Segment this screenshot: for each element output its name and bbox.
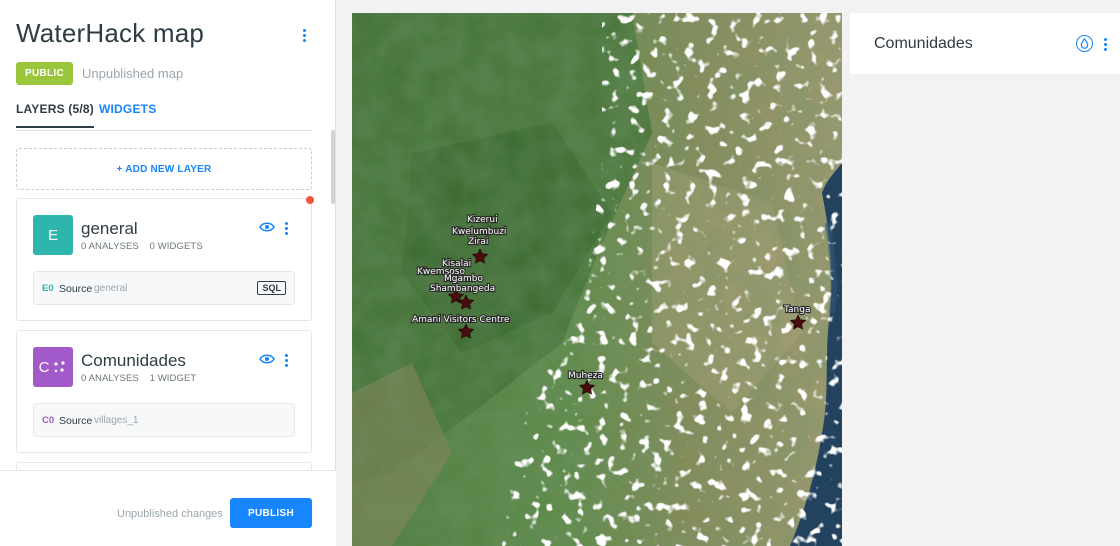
layer-card-general[interactable]: E general 0 ANALYSES 0 WIDGETS E0 Source… — [16, 198, 312, 321]
publish-status: Unpublished map — [82, 66, 184, 81]
map-label: Tanga — [783, 305, 810, 315]
droplet-icon[interactable] — [1076, 35, 1093, 52]
source-id: E0 — [42, 283, 54, 294]
source-label: Source — [59, 415, 93, 427]
panel-scroll-area[interactable]: WaterHack map PUBLIC Unpublished map LAY… — [0, 0, 336, 470]
map-label: Zirai — [468, 237, 488, 247]
privacy-badge[interactable]: PUBLIC — [16, 62, 73, 85]
map-label: Muheza — [568, 371, 603, 381]
map-label: Amani Visitors Centre — [412, 315, 510, 325]
layer-letter: C — [38, 358, 50, 376]
tab-widgets[interactable]: WIDGETS — [99, 102, 156, 116]
map-title[interactable]: WaterHack map — [16, 18, 204, 49]
widget-options-icon[interactable] — [1099, 35, 1111, 53]
layer-analyses-count: 0 ANALYSES — [81, 241, 139, 252]
tab-layers[interactable]: LAYERS (5/8) — [16, 102, 94, 128]
map-canvas[interactable]: Kizerui Kwelumbuzi Zirai Kisalai Kwemsos… — [352, 13, 842, 546]
notification-dot — [306, 196, 314, 204]
sql-tag: SQL — [257, 281, 286, 295]
source-label: Source — [59, 283, 93, 295]
layer-thumbnail: E — [33, 215, 73, 255]
panel-scrollbar[interactable] — [331, 130, 335, 204]
map-label: Shambangeda — [430, 284, 495, 294]
layer-widgets-count: 1 WIDGET — [149, 373, 197, 384]
map-label: Kizerui — [467, 215, 498, 225]
source-name: villages_1 — [94, 415, 139, 426]
layer-analyses-count: 0 ANALYSES — [81, 373, 139, 384]
add-layer-button[interactable]: + ADD NEW LAYER — [16, 148, 312, 190]
map-marker[interactable] — [471, 248, 489, 264]
layer-options-icon[interactable] — [280, 219, 292, 237]
panel-footer: Unpublished changes PUBLISH — [0, 470, 336, 546]
map-marker[interactable] — [457, 323, 475, 339]
layer-meta: 0 ANALYSES 1 WIDGET — [81, 373, 196, 384]
widget-title: Comunidades — [874, 35, 973, 52]
unpublished-changes-text: Unpublished changes — [117, 508, 223, 520]
layer-thumbnail: C — [33, 347, 73, 387]
panel-tabs: LAYERS (5/8) WIDGETS — [16, 100, 312, 131]
village-markers-layer: Kizerui Kwelumbuzi Zirai Kisalai Kwemsos… — [411, 214, 812, 395]
layer-name[interactable]: general — [81, 219, 138, 239]
layer-source[interactable]: C0 Source villages_1 — [33, 403, 295, 437]
droplet-glyph — [1080, 38, 1089, 49]
eye-icon[interactable] — [259, 221, 275, 233]
publish-button[interactable]: PUBLISH — [230, 498, 312, 528]
layer-widgets-count: 0 WIDGETS — [149, 241, 203, 252]
source-name: general — [94, 283, 128, 294]
editor-panel: WaterHack map PUBLIC Unpublished map LAY… — [0, 0, 336, 546]
layer-meta: 0 ANALYSES 0 WIDGETS — [81, 241, 203, 252]
widget-panel: Comunidades — [850, 13, 1120, 74]
source-id: C0 — [42, 415, 55, 426]
map-marker[interactable] — [789, 314, 807, 330]
layer-card-comunidades[interactable]: C Comunidades 0 ANALYSES 1 WIDGET C0 Sou… — [16, 330, 312, 453]
map-label: Mgambo — [444, 274, 483, 284]
map-marker[interactable] — [578, 379, 596, 395]
layer-name[interactable]: Comunidades — [81, 351, 186, 371]
layer-options-icon[interactable] — [280, 351, 292, 369]
eye-icon[interactable] — [259, 353, 275, 365]
map-label: Kwelumbuzi — [452, 227, 506, 237]
layer-card-partial[interactable] — [16, 462, 312, 470]
points-icon — [54, 361, 66, 373]
map-options-icon[interactable] — [298, 26, 310, 44]
layer-source[interactable]: E0 Source general SQL — [33, 271, 295, 305]
